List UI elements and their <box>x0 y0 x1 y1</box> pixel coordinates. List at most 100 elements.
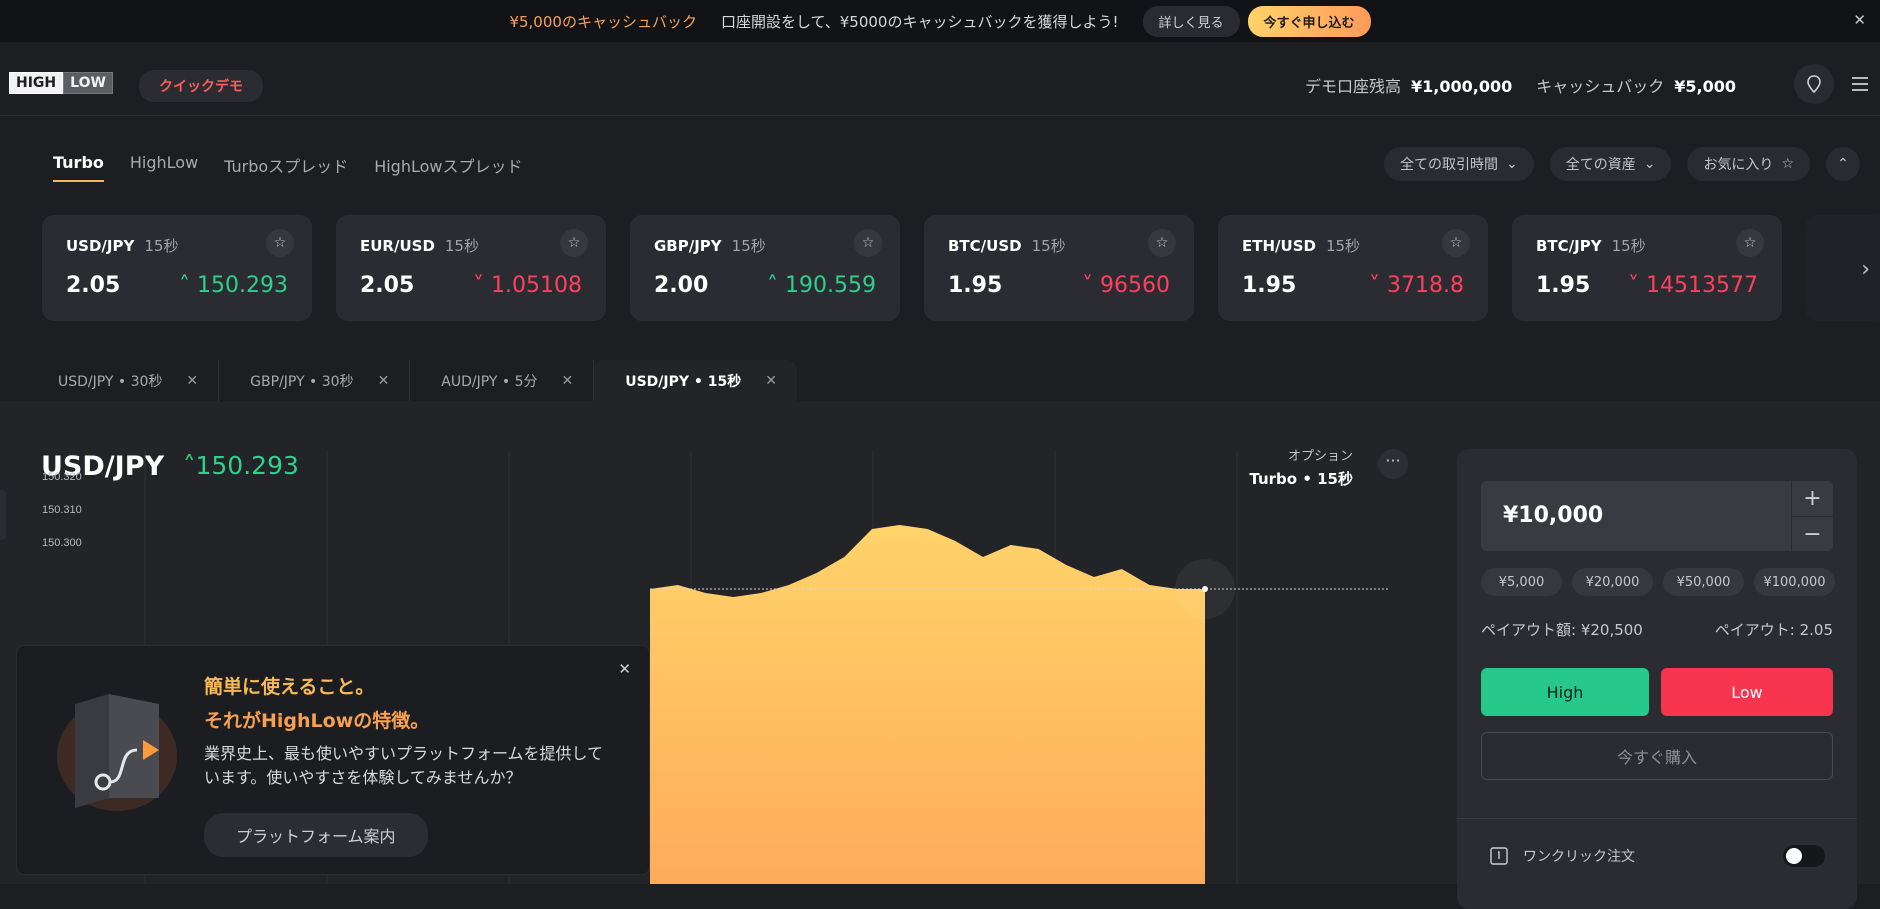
amount-presets: ¥5,000 ¥20,000 ¥50,000 ¥100,000 <box>1481 568 1835 596</box>
star-icon[interactable]: ☆ <box>1442 229 1470 257</box>
asset-duration: 15秒 <box>1031 237 1066 255</box>
amount-input[interactable]: ¥10,000 + − <box>1481 481 1833 551</box>
star-icon[interactable]: ☆ <box>854 229 882 257</box>
one-click-label: ワンクリック注文 <box>1523 849 1635 865</box>
cashback-value: ¥5,000 <box>1674 77 1736 96</box>
asset-price: ˄ 150.293 <box>179 273 288 298</box>
menu-icon[interactable] <box>1840 64 1880 104</box>
chart-tab-label: USD/JPY • 30秒 <box>58 374 163 390</box>
asset-payout: 2.05 <box>66 273 121 298</box>
asset-name: USD/JPY <box>66 237 135 255</box>
close-icon[interactable]: ✕ <box>618 660 631 678</box>
option-type-tabs: Turbo HighLow Turboスプレッド HighLowスプレッド <box>53 153 522 182</box>
asset-selector: Turbo HighLow Turboスプレッド HighLowスプレッド 全て… <box>0 117 1880 321</box>
close-icon[interactable]: ✕ <box>378 373 390 389</box>
asset-card[interactable]: ETH/USD 15秒 ☆ 1.95 ˅ 3718.8 <box>1218 215 1488 321</box>
buy-now-button[interactable]: 今すぐ購入 <box>1481 732 1833 780</box>
chart-tab-label: AUD/JPY • 5分 <box>441 374 538 390</box>
chevron-down-icon: ⌄ <box>1643 156 1656 172</box>
divider <box>1457 818 1857 819</box>
quick-demo-button[interactable]: クイックデモ <box>139 70 263 102</box>
tab-highlow[interactable]: HighLow <box>130 153 198 182</box>
close-icon[interactable]: ✕ <box>562 373 574 389</box>
chart-tab[interactable]: GBP/JPY • 30秒 ✕ <box>219 360 411 402</box>
asset-duration: 15秒 <box>444 237 479 255</box>
chart-tab-label: USD/JPY • 15秒 <box>625 374 742 390</box>
trading-time-filter[interactable]: 全ての取引時間 ⌄ <box>1383 147 1534 181</box>
balance-display: デモ口座残高 ¥1,000,000 キャッシュバック ¥5,000 <box>1305 73 1750 97</box>
asset-price: ˅ 3718.8 <box>1369 273 1464 298</box>
preset-button[interactable]: ¥20,000 <box>1572 568 1653 596</box>
chart-tab-active[interactable]: USD/JPY • 15秒 ✕ <box>594 360 797 402</box>
star-icon[interactable]: ☆ <box>266 229 294 257</box>
minus-button[interactable]: − <box>1791 516 1833 551</box>
logo-high: HIGH <box>9 72 64 94</box>
asset-price: ˄ 190.559 <box>767 273 876 298</box>
chevron-right-icon[interactable]: › <box>1861 257 1870 282</box>
details-button[interactable]: 詳しく見る <box>1142 5 1240 37</box>
payout-info: ペイアウト額: ¥20,500 ペイアウト: 2.05 <box>1481 619 1833 640</box>
asset-price-value: 96560 <box>1100 273 1170 298</box>
one-click-order: ワンクリック注文 <box>1489 846 1635 866</box>
asset-card[interactable]: USD/JPY 15秒 ☆ 2.05 ˄ 150.293 <box>42 215 312 321</box>
arrow-down-icon: ˅ <box>473 273 492 298</box>
asset-price: ˅ 1.05108 <box>473 273 582 298</box>
demo-balance-label: デモ口座残高 <box>1305 77 1402 96</box>
low-button[interactable]: Low <box>1661 668 1833 716</box>
platform-illustration-icon <box>57 694 177 811</box>
sidebar-handle[interactable] <box>0 490 6 540</box>
location-pin-icon[interactable] <box>1794 64 1834 104</box>
preset-button[interactable]: ¥100,000 <box>1754 568 1835 596</box>
close-icon[interactable]: ✕ <box>765 373 777 389</box>
high-button[interactable]: High <box>1481 668 1649 716</box>
asset-payout: 1.95 <box>1242 273 1297 298</box>
tab-highlow-spread[interactable]: HighLowスプレッド <box>374 153 522 182</box>
cashback-label: キャッシュバック <box>1536 77 1665 96</box>
feature-popup: ✕ 簡単に使えること。 それがHighLowの特徴。 業界史上、最も使いやすいプ… <box>16 645 650 875</box>
price-area <box>650 525 1205 884</box>
preset-button[interactable]: ¥50,000 <box>1663 568 1744 596</box>
asset-card[interactable]: BTC/USD 15秒 ☆ 1.95 ˅ 96560 <box>924 215 1194 321</box>
current-price-dot <box>1202 586 1208 592</box>
arrow-down-icon: ˅ <box>1369 273 1388 298</box>
star-icon[interactable]: ☆ <box>560 229 588 257</box>
y-tick-label: 150.310 <box>42 504 82 516</box>
apply-now-button[interactable]: 今すぐ申し込む <box>1247 5 1371 37</box>
plus-button[interactable]: + <box>1791 481 1833 516</box>
asset-name: BTC/USD <box>948 237 1022 255</box>
asset-name: GBP/JPY <box>654 237 722 255</box>
y-tick-label: 150.300 <box>42 537 82 549</box>
demo-balance-value: ¥1,000,000 <box>1411 77 1513 96</box>
star-icon[interactable]: ☆ <box>1736 229 1764 257</box>
asset-card[interactable]: BTC/JPY 15秒 ☆ 1.95 ˅ 14513577 <box>1512 215 1782 321</box>
popup-title-1: 簡単に使えること。 <box>204 676 375 698</box>
asset-price-value: 3718.8 <box>1387 273 1464 298</box>
close-icon[interactable]: ✕ <box>1853 11 1866 29</box>
chart-tab[interactable]: USD/JPY • 30秒 ✕ <box>27 360 220 402</box>
platform-guide-button[interactable]: プラットフォーム案内 <box>204 813 428 857</box>
asset-cards: USD/JPY 15秒 ☆ 2.05 ˄ 150.293 EUR/USD 15秒 ☆… <box>42 215 1880 321</box>
favorites-filter[interactable]: お気に入り ☆ <box>1687 147 1810 181</box>
asset-card[interactable]: GBP/JPY 15秒 ☆ 2.00 ˄ 190.559 <box>630 215 900 321</box>
asset-duration: 15秒 <box>144 237 179 255</box>
payout-amount: ペイアウト額: ¥20,500 <box>1481 621 1643 639</box>
chart-tab[interactable]: AUD/JPY • 5分 ✕ <box>410 360 595 402</box>
close-icon[interactable]: ✕ <box>186 373 198 389</box>
popup-title-2: それがHighLowの特徴。 <box>204 710 430 732</box>
asset-filter[interactable]: 全ての資産 ⌄ <box>1549 147 1672 181</box>
preset-button[interactable]: ¥5,000 <box>1481 568 1562 596</box>
tab-turbo-spread[interactable]: Turboスプレッド <box>224 153 348 182</box>
arrow-up-icon: ˄ <box>179 273 198 298</box>
asset-name: BTC/JPY <box>1536 237 1602 255</box>
promo-text: 口座開設をして、¥5000のキャッシュバックを獲得しよう! <box>720 12 1119 31</box>
one-click-toggle[interactable] <box>1783 845 1825 867</box>
toggle-knob <box>1786 848 1802 864</box>
asset-price-value: 1.05108 <box>491 273 582 298</box>
asset-card[interactable]: EUR/USD 15秒 ☆ 2.05 ˅ 1.05108 <box>336 215 606 321</box>
collapse-button[interactable]: ⌃ <box>1826 147 1860 181</box>
star-icon[interactable]: ☆ <box>1148 229 1176 257</box>
highlow-logo[interactable]: HIGH LOW <box>9 72 113 94</box>
tab-turbo[interactable]: Turbo <box>53 153 104 182</box>
asset-payout: 2.05 <box>360 273 415 298</box>
popup-body: 業界史上、最も使いやすいプラットフォームを提供しています。使いやすさを体験してみ… <box>204 744 604 787</box>
